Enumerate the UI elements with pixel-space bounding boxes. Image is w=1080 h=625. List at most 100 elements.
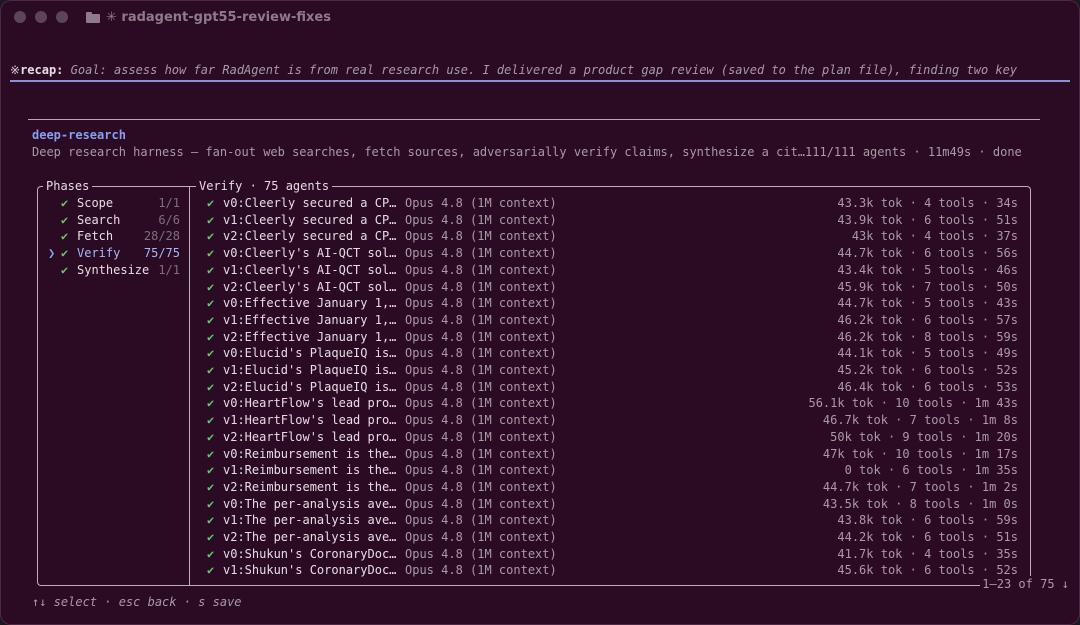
- agent-model: Opus 4.8 (1M context): [405, 413, 557, 428]
- agent-model: Opus 4.8 (1M context): [405, 379, 557, 394]
- agent-row[interactable]: ✔ v1:Cleerly secured a CP… Opus 4.8 (1M co…: [190, 212, 1030, 229]
- phase-count: 6/6: [158, 212, 180, 227]
- check-icon: ✔: [207, 312, 215, 327]
- check-icon: ✔: [207, 329, 215, 344]
- agent-name: v2:Reimbursement is the…: [223, 479, 397, 494]
- agent-name: v0:HeartFlow's lead pro…: [223, 396, 397, 411]
- agent-stats: 0 tok · 6 tools · 1m 35s: [844, 463, 1018, 478]
- check-icon: ✔: [207, 496, 215, 511]
- agent-row[interactable]: ✔ v1:Reimbursement is the… Opus 4.8 (1M co…: [190, 462, 1030, 479]
- agent-stats: 44.1k tok · 5 tools · 49s: [837, 346, 1018, 361]
- agent-stats: 45.2k tok · 6 tools · 52s: [837, 363, 1018, 377]
- phase-item-fetch[interactable]: ✔ Fetch 28/28: [46, 228, 190, 245]
- agent-row[interactable]: ✔ v1:Elucid's PlaqueIQ is… Opus 4.8 (1M co…: [190, 362, 1030, 379]
- title-bar: ✳ radagent-gpt55-review-fixes: [0, 0, 1080, 34]
- agent-row[interactable]: ✔ v2:Effective January 1,… Opus 4.8 (1M co…: [190, 329, 1030, 346]
- agent-name: v1:The per-analysis ave…: [223, 513, 397, 528]
- agent-row[interactable]: ✔ v2:Cleerly's AI-QCT sol… Opus 4.8 (1M co…: [190, 279, 1030, 296]
- agent-stats: 43.9k tok · 6 tools · 51s: [837, 212, 1018, 227]
- agent-name: v0:Cleerly's AI-QCT sol…: [223, 246, 397, 261]
- agent-row[interactable]: ✔ v2:Cleerly secured a CP… Opus 4.8 (1M co…: [190, 228, 1030, 245]
- agent-model: Opus 4.8 (1M context): [405, 530, 557, 544]
- agent-stats: 43.5k tok · 8 tools · 1m 0s: [822, 496, 1018, 511]
- agent-model: Opus 4.8 (1M context): [405, 329, 557, 344]
- agent-model: Opus 4.8 (1M context): [405, 563, 557, 578]
- agent-row[interactable]: ✔ v0:Effective January 1,… Opus 4.8 (1M co…: [190, 295, 1030, 312]
- check-icon: ✔: [207, 346, 215, 361]
- phase-item-verify[interactable]: ❯ ✔ Verify 75/75: [46, 245, 190, 262]
- agent-row[interactable]: ✔ v0:Cleerly's AI-QCT sol… Opus 4.8 (1M co…: [190, 245, 1030, 262]
- agent-stats: 56.1k tok · 10 tools · 1m 43s: [808, 396, 1018, 411]
- phase-item-search[interactable]: ✔ Search 6/6: [46, 212, 190, 229]
- agent-model: Opus 4.8 (1M context): [405, 346, 557, 361]
- check-icon: ✔: [207, 279, 215, 294]
- agent-name: v0:Shukun's CoronaryDoc…: [223, 546, 397, 561]
- phase-item-scope[interactable]: ✔ Scope 1/1: [46, 195, 190, 212]
- agent-row[interactable]: ✔ v1:Effective January 1,… Opus 4.8 (1M co…: [190, 312, 1030, 329]
- verify-box: Verify · 75 agents ✔ v0:Cleerly secured a…: [189, 178, 1031, 586]
- phase-count: 75/75: [143, 246, 180, 261]
- check-icon: ✔: [207, 413, 215, 428]
- check-icon: ✔: [61, 229, 69, 244]
- check-icon: ✔: [207, 396, 215, 411]
- agent-stats: 43k tok · 4 tools · 37s: [851, 229, 1018, 244]
- agent-model: Opus 4.8 (1M context): [405, 296, 557, 311]
- agent-name: v0:Effective January 1,…: [223, 296, 397, 311]
- agent-stats: 43.4k tok · 5 tools · 46s: [837, 262, 1018, 277]
- recap-label: recap:: [20, 63, 64, 77]
- agent-row[interactable]: ✔ v0:Elucid's PlaqueIQ is… Opus 4.8 (1M co…: [190, 345, 1030, 362]
- agent-name: v2:Cleerly's AI-QCT sol…: [223, 279, 397, 294]
- check-icon: ✔: [207, 196, 215, 210]
- agent-stats: 43.8k tok · 6 tools · 59s: [837, 513, 1018, 528]
- agent-name: v1:Elucid's PlaqueIQ is…: [223, 363, 397, 377]
- agent-row[interactable]: ✔ v0:Shukun's CoronaryDoc… Opus 4.8 (1M co…: [190, 546, 1030, 563]
- close-window-button[interactable]: [14, 11, 26, 23]
- agent-name: v2:Effective January 1,…: [223, 329, 397, 344]
- agent-name: v2:HeartFlow's lead pro…: [223, 429, 397, 444]
- agent-name: v0:Reimbursement is the…: [223, 446, 397, 461]
- agent-row[interactable]: ✔ v2:Reimbursement is the… Opus 4.8 (1M co…: [190, 479, 1030, 496]
- agent-model: Opus 4.8 (1M context): [405, 229, 557, 244]
- agent-row[interactable]: ✔ v1:HeartFlow's lead pro… Opus 4.8 (1M co…: [190, 412, 1030, 429]
- check-icon: ✔: [61, 246, 69, 261]
- agent-name: v2:Cleerly secured a CP…: [223, 229, 397, 244]
- agent-model: Opus 4.8 (1M context): [405, 479, 557, 494]
- keyboard-hints: ↑↓ select · esc back · s save: [32, 595, 242, 609]
- zoom-window-button[interactable]: [56, 11, 68, 23]
- agent-model: Opus 4.8 (1M context): [405, 513, 557, 528]
- agent-row[interactable]: ✔ v0:HeartFlow's lead pro… Opus 4.8 (1M co…: [190, 395, 1030, 412]
- phases-box: Phases ✔ Scope 1/1 ✔ Search 6/6 ✔ Fetch 28/28 ❯ ✔ V…: [37, 178, 190, 586]
- agent-model: Opus 4.8 (1M context): [405, 246, 557, 261]
- agent-stats: 44.7k tok · 7 tools · 1m 2s: [822, 479, 1018, 494]
- minimize-window-button[interactable]: [35, 11, 47, 23]
- check-icon: ✔: [207, 363, 215, 377]
- phase-name: Synthesize: [77, 262, 150, 277]
- agent-stats: 46.4k tok · 6 tools · 53s: [837, 379, 1018, 394]
- agent-stats: 41.7k tok · 4 tools · 35s: [837, 546, 1018, 561]
- agent-stats: 43.3k tok · 4 tools · 34s: [837, 196, 1018, 210]
- agent-model: Opus 4.8 (1M context): [405, 196, 557, 210]
- agent-row[interactable]: ✔ v0:The per-analysis ave… Opus 4.8 (1M co…: [190, 496, 1030, 513]
- agent-row[interactable]: ✔ v2:Elucid's PlaqueIQ is… Opus 4.8 (1M co…: [190, 379, 1030, 396]
- check-icon: ✔: [207, 546, 215, 561]
- agent-name: v0:Elucid's PlaqueIQ is…: [223, 346, 397, 361]
- agent-model: Opus 4.8 (1M context): [405, 396, 557, 411]
- agent-row[interactable]: ✔ v1:The per-analysis ave… Opus 4.8 (1M co…: [190, 512, 1030, 529]
- phase-item-synthesize[interactable]: ✔ Synthesize 1/1: [46, 262, 190, 279]
- agent-row[interactable]: ✔ v0:Cleerly secured a CP… Opus 4.8 (1M co…: [190, 195, 1030, 212]
- agent-name: v1:Effective January 1,…: [223, 312, 397, 327]
- agent-row[interactable]: ✔ v2:The per-analysis ave… Opus 4.8 (1M co…: [190, 529, 1030, 546]
- agent-row[interactable]: ✔ v1:Cleerly's AI-QCT sol… Opus 4.8 (1M co…: [190, 262, 1030, 279]
- agent-name: v1:Cleerly secured a CP…: [223, 212, 397, 227]
- agent-model: Opus 4.8 (1M context): [405, 463, 557, 478]
- recap-line: ※recap: Goal: assess how far RadAgent is…: [10, 62, 1070, 78]
- recap-text: Goal: assess how far RadAgent is from re…: [63, 63, 1018, 77]
- agent-name: v1:HeartFlow's lead pro…: [223, 413, 397, 428]
- check-icon: ✔: [207, 513, 215, 528]
- agent-row[interactable]: ✔ v0:Reimbursement is the… Opus 4.8 (1M co…: [190, 446, 1030, 463]
- agent-stats: 45.9k tok · 7 tools · 50s: [837, 279, 1018, 294]
- window-title-text: ✳ radagent-gpt55-review-fixes: [106, 9, 331, 25]
- agent-model: Opus 4.8 (1M context): [405, 363, 557, 377]
- agent-row[interactable]: ✔ v2:HeartFlow's lead pro… Opus 4.8 (1M co…: [190, 429, 1030, 446]
- agent-row[interactable]: ✔ v1:Shukun's CoronaryDoc… Opus 4.8 (1M co…: [190, 562, 1030, 579]
